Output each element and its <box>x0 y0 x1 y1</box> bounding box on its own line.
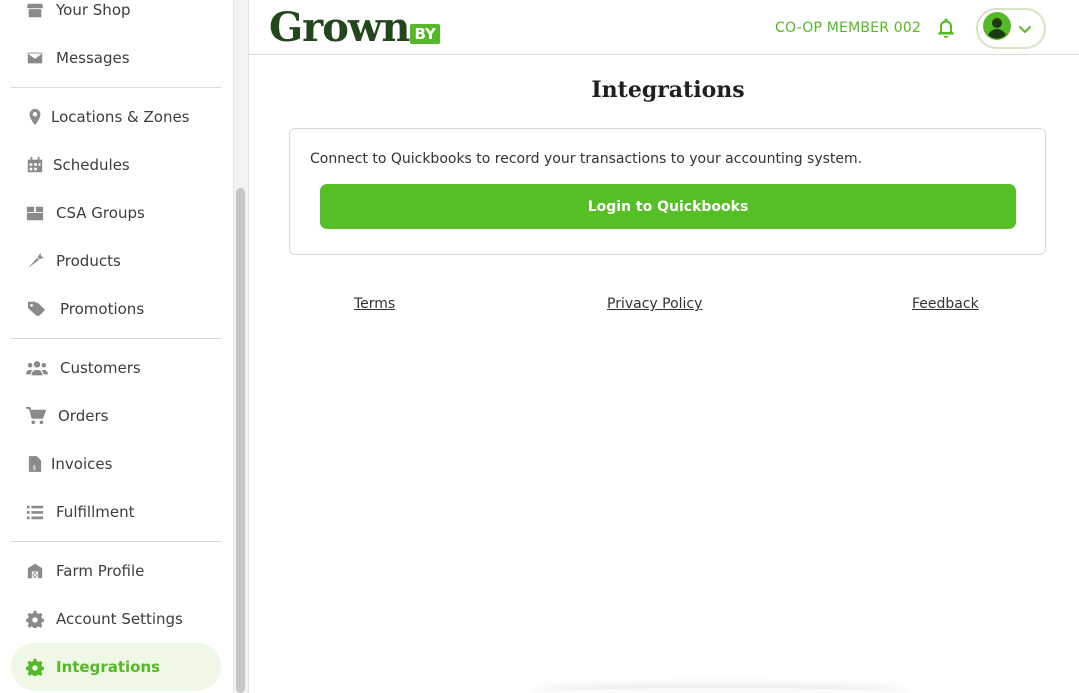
sidebar-item-label: Locations & Zones <box>51 108 190 126</box>
sidebar-item-label: Invoices <box>51 455 113 473</box>
account-menu-button[interactable] <box>976 8 1046 49</box>
sidebar-item-invoices[interactable]: $ Invoices <box>11 440 221 488</box>
sidebar-divider <box>11 87 221 88</box>
privacy-policy-link[interactable]: Privacy Policy <box>607 296 702 312</box>
page-title: Integrations <box>591 77 745 103</box>
sidebar-item-label: Promotions <box>60 300 145 318</box>
envelope-icon <box>25 48 45 68</box>
barn-icon <box>25 561 45 581</box>
sidebar-item-products[interactable]: Products <box>11 237 221 285</box>
invoice-icon: $ <box>25 454 45 474</box>
sidebar-item-customers[interactable]: Customers <box>11 344 221 392</box>
terms-link[interactable]: Terms <box>354 296 395 312</box>
quickbooks-integration-card: Connect to Quickbooks to record your tra… <box>289 128 1046 255</box>
sidebar-item-messages[interactable]: Messages <box>11 34 221 82</box>
sidebar-divider <box>11 338 221 339</box>
shop-icon <box>25 0 45 20</box>
carrot-icon <box>25 251 45 271</box>
sidebar-item-promotions[interactable]: Promotions <box>11 285 221 333</box>
sidebar-item-account-settings[interactable]: Account Settings <box>11 595 221 643</box>
sidebar-item-label: CSA Groups <box>56 204 145 222</box>
gear-icon <box>25 609 45 629</box>
map-pin-icon <box>25 107 45 127</box>
sidebar-item-label: Products <box>56 252 121 270</box>
sidebar-item-locations[interactable]: Locations & Zones <box>11 93 221 141</box>
gear-icon <box>25 657 45 677</box>
bottom-panel-edge <box>535 688 905 693</box>
sidebar-item-your-shop[interactable]: Your Shop <box>11 0 221 34</box>
sidebar-item-orders[interactable]: Orders <box>11 392 221 440</box>
sidebar-item-label: Messages <box>56 49 130 67</box>
member-label: CO-OP MEMBER 002 <box>775 20 922 36</box>
sidebar-item-label: Integrations <box>56 658 161 676</box>
login-quickbooks-button[interactable]: Login to Quickbooks <box>320 184 1016 229</box>
logo-word: Grown <box>269 4 410 51</box>
svg-text:$: $ <box>32 464 36 471</box>
users-icon <box>25 358 49 378</box>
sidebar-item-fulfillment[interactable]: Fulfillment <box>11 488 221 536</box>
sidebar-item-label: Farm Profile <box>56 562 145 580</box>
sidebar-item-label: Customers <box>60 359 141 377</box>
sidebar-item-label: Schedules <box>53 156 130 174</box>
sidebar-item-label: Account Settings <box>56 610 183 628</box>
box-icon <box>25 203 45 223</box>
sidebar-item-farm-profile[interactable]: Farm Profile <box>11 547 221 595</box>
sidebar-scrollbar-thumb[interactable] <box>236 188 245 693</box>
top-header: Grown BY CO-OP MEMBER 002 <box>249 0 1079 55</box>
bell-icon[interactable] <box>935 17 957 39</box>
chevron-down-icon <box>1017 21 1033 37</box>
sidebar-item-schedules[interactable]: Schedules <box>11 141 221 189</box>
integration-description: Connect to Quickbooks to record your tra… <box>310 151 863 167</box>
sidebar-item-label: Fulfillment <box>56 503 135 521</box>
tags-icon <box>25 299 49 319</box>
user-avatar-icon <box>983 12 1011 45</box>
logo-badge: BY <box>410 24 440 44</box>
grownby-logo[interactable]: Grown BY <box>269 6 440 50</box>
feedback-link[interactable]: Feedback <box>912 296 979 312</box>
sidebar-divider <box>11 541 221 542</box>
sidebar-item-label: Orders <box>58 407 109 425</box>
list-icon <box>25 502 45 522</box>
sidebar-item-integrations[interactable]: Integrations <box>11 643 221 691</box>
sidebar-item-csa-groups[interactable]: CSA Groups <box>11 189 221 237</box>
sidebar-item-label: Your Shop <box>56 1 131 19</box>
sidebar: Your Shop Messages Locations & Zones Sch… <box>0 0 233 693</box>
cart-icon <box>25 406 47 426</box>
calendar-icon <box>25 155 45 175</box>
